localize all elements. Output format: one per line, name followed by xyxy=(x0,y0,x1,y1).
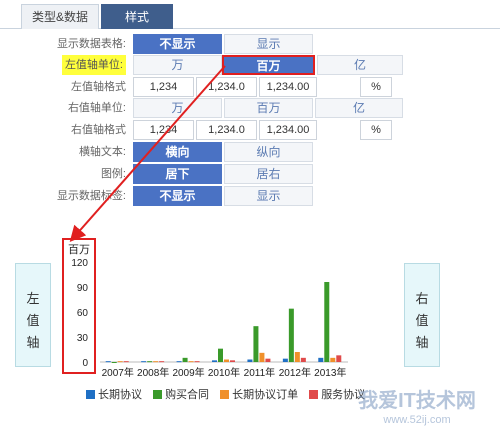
x-tick-label-0: 2007年 xyxy=(102,366,134,379)
left-axis-char-0: 左 xyxy=(26,291,40,306)
bar-3-2 xyxy=(194,361,200,363)
bar-0-2 xyxy=(176,361,182,363)
right-axis-box: 右 值 轴 xyxy=(404,263,440,367)
legend-swatch-1 xyxy=(153,390,163,399)
bar-0-0 xyxy=(105,361,111,363)
site-watermark: 我爱IT技术网 www.52ij.com xyxy=(332,388,500,428)
bar-1-0 xyxy=(111,362,117,363)
bar-1-6 xyxy=(324,282,330,362)
legend-swatch-2 xyxy=(220,390,230,399)
left-axis-box: 左 值 轴 xyxy=(15,263,51,367)
chart-legend: 长期协议 购买合同 长期协议订单 服务协议 xyxy=(86,386,373,402)
bar-1-1 xyxy=(147,361,153,363)
x-tick-label-4: 2011年 xyxy=(244,366,276,379)
bar-0-6 xyxy=(318,357,324,362)
bar-3-4 xyxy=(265,358,271,362)
bar-2-0 xyxy=(117,361,123,363)
left-axis-char-2: 轴 xyxy=(26,335,40,350)
bar-1-2 xyxy=(182,357,188,362)
left-axis-char-1: 值 xyxy=(26,313,40,328)
right-axis-char-1: 值 xyxy=(415,313,429,328)
y-axis-highlight-box xyxy=(62,238,96,374)
bar-0-3 xyxy=(212,360,217,362)
bar-2-4 xyxy=(259,352,265,362)
bar-1-5 xyxy=(288,308,294,362)
bar-chart: 百万03060901202007年 2008年 2009年 2010年 2011年 201… xyxy=(68,244,348,379)
legend-text-0: 长期协议 xyxy=(98,389,142,401)
bar-0-5 xyxy=(282,358,288,362)
legend-item-2: 长期协议订单 xyxy=(220,386,298,402)
legend-swatch-3 xyxy=(309,390,319,399)
bar-2-6 xyxy=(330,357,336,362)
bar-3-6 xyxy=(336,355,342,362)
bar-2-1 xyxy=(153,361,159,363)
bar-3-0 xyxy=(123,361,129,363)
x-tick-label-6: 2013年 xyxy=(314,366,346,379)
bar-2-3 xyxy=(224,359,229,362)
bar-3-3 xyxy=(230,360,235,362)
bar-3-1 xyxy=(159,361,165,363)
watermark-url: www.52ij.com xyxy=(383,414,451,426)
watermark-text: 我爱IT技术网 xyxy=(358,390,476,412)
x-tick-label-3: 2010年 xyxy=(208,366,240,379)
legend-text-1: 购买合同 xyxy=(165,389,210,401)
x-tick-label-5: 2012年 xyxy=(279,366,311,379)
right-axis-char-0: 右 xyxy=(415,291,429,306)
x-tick-label-2: 2009年 xyxy=(172,366,204,379)
legend-item-1: 购买合同 xyxy=(153,386,209,402)
bar-1-3 xyxy=(218,348,223,362)
bar-0-1 xyxy=(141,361,147,363)
x-tick-label-1: 2008年 xyxy=(137,366,169,379)
right-axis-char-2: 轴 xyxy=(415,335,429,350)
bar-0-4 xyxy=(247,359,253,362)
bar-2-2 xyxy=(188,361,194,363)
legend-text-2: 长期协议订单 xyxy=(232,389,299,401)
legend-item-0: 长期协议 xyxy=(86,386,142,402)
bar-2-5 xyxy=(294,352,300,362)
bar-1-4 xyxy=(253,326,259,362)
legend-swatch-0 xyxy=(86,390,95,399)
bar-3-5 xyxy=(300,357,306,362)
